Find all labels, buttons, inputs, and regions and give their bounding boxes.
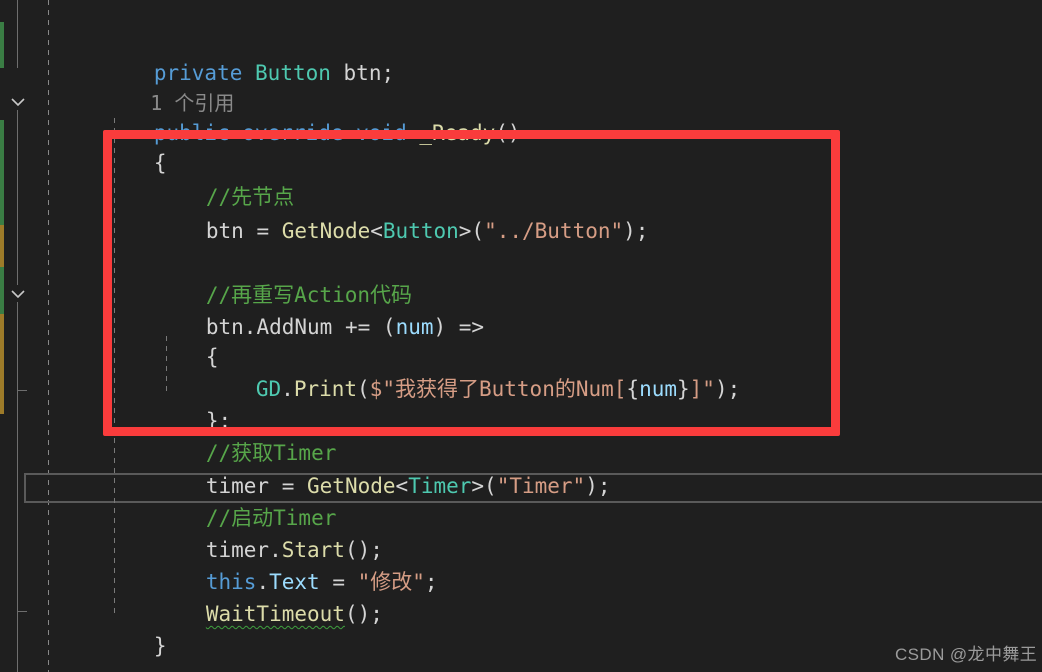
token-var-btn: btn (205, 219, 257, 243)
token-generic-open: < (395, 474, 409, 498)
code-line-comment-start-timer[interactable]: //启动Timer (130, 473, 337, 530)
code-line-private-button-btn[interactable]: private Button btn; (78, 28, 394, 85)
token-method-getnode: GetNode (281, 219, 371, 243)
token-dot: . (243, 315, 257, 339)
token-class-gd: GD (255, 377, 282, 401)
code-line-btn-getnode[interactable]: btn = GetNode<Button>("../Button"); (130, 186, 649, 243)
token-method-ready: _Ready (419, 121, 496, 145)
code-surface[interactable]: private Button btn; 1 个引用 public overrid… (0, 0, 1042, 672)
code-line-close-brace-lambda[interactable]: }; (130, 376, 231, 433)
token-type-timer: Timer (408, 474, 472, 498)
token-param-num: num (639, 377, 677, 401)
code-line-open-brace-lambda[interactable]: { (130, 312, 219, 369)
token-type-button-generic: Button (382, 219, 459, 243)
csdn-watermark: CSDN @龙中舞王 (895, 640, 1037, 665)
code-line-open-brace-ready[interactable]: { (78, 118, 167, 175)
token-assign: = (256, 219, 282, 243)
token-open-paren: ( (357, 377, 370, 401)
code-line-timer-getnode[interactable]: timer = GetNode<Timer>("Timer"); (130, 441, 611, 498)
codelens-reference-count[interactable]: 1 个引用 (78, 58, 234, 115)
code-line-btn-addnum[interactable]: btn.AddNum += (num) => (130, 282, 484, 339)
token-event-addnum: AddNum (256, 315, 345, 339)
watermark-text: CSDN @龙中舞王 (895, 645, 1038, 664)
token-close-paren-semi: ); (585, 474, 611, 498)
token-parens: () (495, 121, 521, 145)
token-close-brace: } (153, 634, 167, 658)
token-semicolon: ; (424, 570, 438, 594)
token-modifiers: public override void (153, 121, 420, 145)
token-method-waittimeout-error: WaitTimeout (205, 602, 345, 626)
token-interpolated-string-tail: ]" (689, 377, 715, 401)
token-field-btn: btn; (330, 61, 395, 85)
code-line-comment-get-timer[interactable]: //获取Timer (130, 408, 337, 465)
token-type-button: Button (255, 61, 331, 85)
token-method-print: Print (293, 377, 358, 401)
token-dot: . (281, 377, 294, 401)
code-line-blank[interactable] (130, 216, 206, 246)
code-line-comment-rewrite-action[interactable]: //再重写Action代码 (130, 250, 412, 307)
code-line-this-text[interactable]: this.Text = "修改"; (130, 537, 438, 594)
code-editor-screenshot: private Button btn; 1 个引用 public overrid… (0, 0, 1042, 672)
code-line-comment-get-node[interactable]: //先节点 (130, 152, 294, 209)
token-interp-close-brace: } (677, 377, 690, 401)
code-line-timer-start[interactable]: timer.Start(); (130, 505, 383, 562)
token-string-button-path: "../Button" (484, 219, 624, 243)
token-interp-open-brace: { (626, 377, 640, 401)
code-line-ready-signature[interactable]: public override void _Ready() (78, 88, 521, 145)
token-close-paren-semi: ); (623, 219, 649, 243)
token-generic-close: >( (458, 219, 485, 243)
code-line-gd-print[interactable]: GD.Print($"我获得了Button的Num[{num}]"); (180, 344, 740, 401)
token-param-num: num (395, 315, 434, 339)
code-line-close-brace-ready[interactable]: } (78, 601, 167, 658)
token-lambda-arrow: ) => (433, 315, 485, 339)
token-close-paren-semi: ); (714, 377, 741, 401)
token-generic-open: < (370, 219, 383, 243)
token-generic-close: >( (471, 474, 497, 498)
token-interpolated-string-head: $"我获得了Button的Num[ (369, 377, 627, 401)
token-open-paren: ( (382, 315, 396, 339)
token-parens-semi: (); (344, 602, 383, 626)
code-line-wait-timeout[interactable]: WaitTimeout(); (130, 569, 383, 626)
token-plus-equals: += (344, 315, 383, 339)
token-string-timer-path: "Timer" (496, 474, 586, 498)
